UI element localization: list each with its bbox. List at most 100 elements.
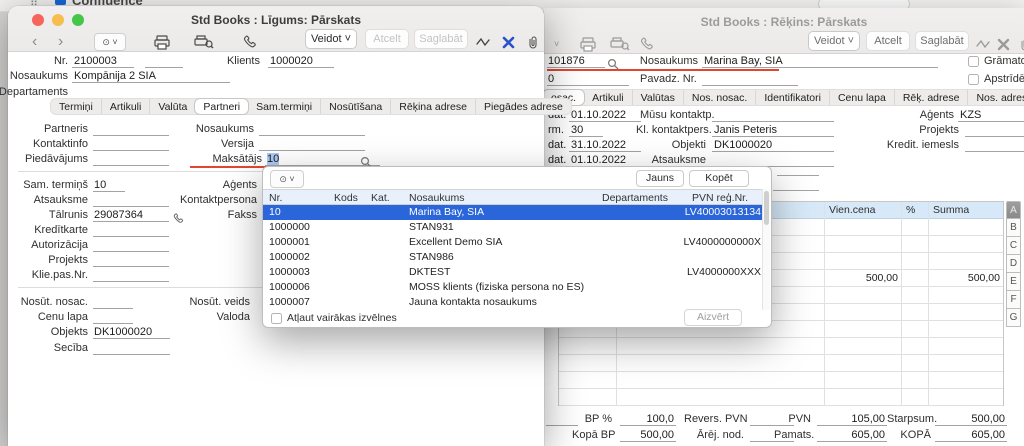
letter-tab-g[interactable]: G — [1006, 309, 1021, 327]
versija-underline[interactable] — [259, 138, 365, 151]
nosaukums-underline[interactable] — [702, 55, 938, 68]
tab-rek-adrese[interactable]: Rēķ. adrese — [894, 90, 968, 105]
col-departaments[interactable]: Departaments — [602, 192, 668, 204]
print-icon[interactable] — [580, 35, 596, 53]
col-nr[interactable]: Nr. — [269, 192, 282, 204]
copy-record-button[interactable]: Kopēt — [689, 170, 749, 187]
paperclip-icon[interactable] — [526, 33, 539, 51]
kl-kontaktpers-underline[interactable] — [712, 124, 834, 137]
tab-artikuli[interactable]: Artikuli — [101, 99, 150, 114]
bp-pct-underline[interactable] — [620, 413, 676, 426]
sam-termins-underline[interactable] — [93, 179, 125, 192]
cancel-button[interactable]: Atcelt — [365, 29, 409, 49]
nosut-nosac-underline[interactable] — [93, 296, 133, 309]
partneris-underline[interactable] — [93, 123, 169, 136]
date1-underline[interactable] — [569, 109, 641, 122]
tab-valuta[interactable]: Valūta — [149, 99, 195, 114]
kontaktinfo-underline[interactable] — [93, 138, 169, 151]
projekts-underline[interactable] — [965, 124, 1024, 137]
activity-pulse-icon[interactable] — [976, 35, 991, 53]
tab-rekina-adrese[interactable]: Rēķina adrese — [390, 99, 475, 114]
col-kat[interactable]: Kat. — [371, 192, 390, 204]
tab-nos-adrese[interactable]: Nos. adrese — [967, 90, 1024, 105]
agents-underline[interactable] — [958, 109, 1024, 122]
klients-underline[interactable] — [268, 55, 334, 68]
line-item-unit-price[interactable]: 500,00 — [826, 272, 898, 284]
save-button[interactable]: Saglabāt — [414, 29, 468, 49]
klie-pas-nr-underline[interactable] — [93, 269, 169, 282]
tab-termini[interactable]: Termiņi — [51, 99, 101, 114]
more-options-caret-icon[interactable]: ˅ — [554, 35, 559, 53]
nr-underline[interactable] — [72, 55, 134, 68]
tab-nosutisana[interactable]: Nosūtīšana — [320, 99, 390, 114]
print-preview-icon[interactable] — [194, 33, 214, 51]
invoice-number-underline[interactable] — [547, 55, 605, 68]
popup-scrollbar[interactable] — [762, 189, 770, 310]
clipped-field-underline[interactable] — [547, 73, 629, 86]
tab-partneri[interactable]: Partneri — [195, 99, 248, 114]
pvn-underline[interactable] — [817, 413, 887, 426]
lookup-row[interactable]: 1000006 MOSS klients (fiziska persona no… — [263, 280, 764, 295]
stub-underline-1[interactable] — [777, 163, 819, 176]
seciba-underline[interactable] — [93, 342, 170, 355]
nosaukums-underline[interactable] — [72, 70, 230, 83]
autorizacija-underline[interactable] — [93, 239, 169, 252]
col-pvn-reg-nr[interactable]: PVN reģ.Nr. — [692, 192, 748, 204]
musu-kontaktp-underline[interactable] — [712, 109, 834, 122]
objekts-underline[interactable] — [93, 326, 170, 339]
letter-tab-e[interactable]: E — [1006, 273, 1021, 291]
lookup-row[interactable]: 1000002 STAN986 — [263, 250, 764, 265]
letter-tab-d[interactable]: D — [1006, 255, 1021, 273]
line-item-sum[interactable]: 500,00 — [930, 272, 1000, 284]
kopa-underline[interactable] — [935, 429, 1007, 442]
kopa-bp-underline[interactable] — [620, 429, 676, 442]
tab-piegades-adrese[interactable]: Piegādes adrese — [475, 99, 571, 114]
stub-underline-2[interactable] — [773, 178, 819, 191]
popup-options-button[interactable]: ⊙ ˅ — [270, 170, 304, 188]
create-button[interactable]: Veidot ˅ — [808, 31, 860, 51]
phone-icon[interactable] — [640, 35, 654, 53]
date2-underline[interactable] — [569, 139, 641, 152]
cancel-button[interactable]: Atcelt — [866, 31, 910, 51]
letter-tab-b[interactable]: B — [1006, 219, 1021, 237]
lookup-row[interactable]: 1000000 STAN931 — [263, 220, 764, 235]
new-record-button[interactable]: Jauns — [636, 170, 684, 187]
letter-tab-c[interactable]: C — [1006, 237, 1021, 255]
col-kods[interactable]: Kods — [334, 192, 358, 204]
partner-nosaukums-underline[interactable] — [259, 123, 365, 136]
tab-sam-termini[interactable]: Sam.termiņi — [248, 99, 320, 114]
expand-icon[interactable] — [997, 35, 1010, 53]
projekts-underline[interactable] — [93, 254, 169, 267]
objekti-underline[interactable] — [712, 139, 834, 152]
lookup-row-selected[interactable]: 10 Marina Bay, SIA LV40003013134 — [263, 205, 764, 220]
phone-icon[interactable] — [243, 33, 257, 51]
pavadz-nr-underline[interactable] — [702, 73, 798, 86]
kredit-iemesls-underline[interactable] — [965, 139, 1024, 152]
lookup-row[interactable]: 1000007 Jauna kontakta nosaukums — [263, 295, 764, 310]
kreditkarte-underline[interactable] — [93, 224, 169, 237]
print-icon[interactable] — [154, 33, 170, 51]
tab-identifikatori[interactable]: Identifikatori — [755, 90, 829, 105]
save-button[interactable]: Saglabāt — [915, 31, 969, 51]
nr-aux-underline[interactable] — [145, 55, 183, 68]
lookup-row[interactable]: 1000003 DKTEST LV4000000XXX — [263, 265, 764, 280]
letter-tab-f[interactable]: F — [1006, 291, 1021, 309]
tab-valutas[interactable]: Valūtas — [632, 90, 683, 105]
activity-pulse-icon[interactable] — [476, 33, 491, 51]
col-nosaukums[interactable]: Nosaukums — [409, 192, 464, 204]
more-options-button[interactable]: ⊙ ˅ — [94, 33, 126, 51]
tab-cenu-lapa[interactable]: Cenu lapa — [829, 90, 894, 105]
starpsum-underline[interactable] — [935, 413, 1007, 426]
cenu-lapa-underline[interactable] — [93, 311, 133, 324]
tab-artikuli[interactable]: Artikuli — [584, 90, 632, 105]
pamats-underline[interactable] — [817, 429, 887, 442]
back-icon[interactable]: ‹ — [32, 33, 37, 51]
paperclip-icon[interactable] — [1018, 35, 1024, 53]
expand-icon[interactable] — [502, 33, 515, 51]
tab-nos-nosac[interactable]: Nos. nosac. — [683, 90, 755, 105]
letter-tab-a[interactable]: A — [1006, 201, 1021, 219]
forward-icon[interactable]: › — [58, 33, 63, 51]
allow-multiple-checkbox[interactable] — [271, 313, 282, 324]
close-popup-button[interactable]: Aizvērt — [684, 309, 742, 326]
print-preview-icon[interactable] — [610, 35, 630, 53]
